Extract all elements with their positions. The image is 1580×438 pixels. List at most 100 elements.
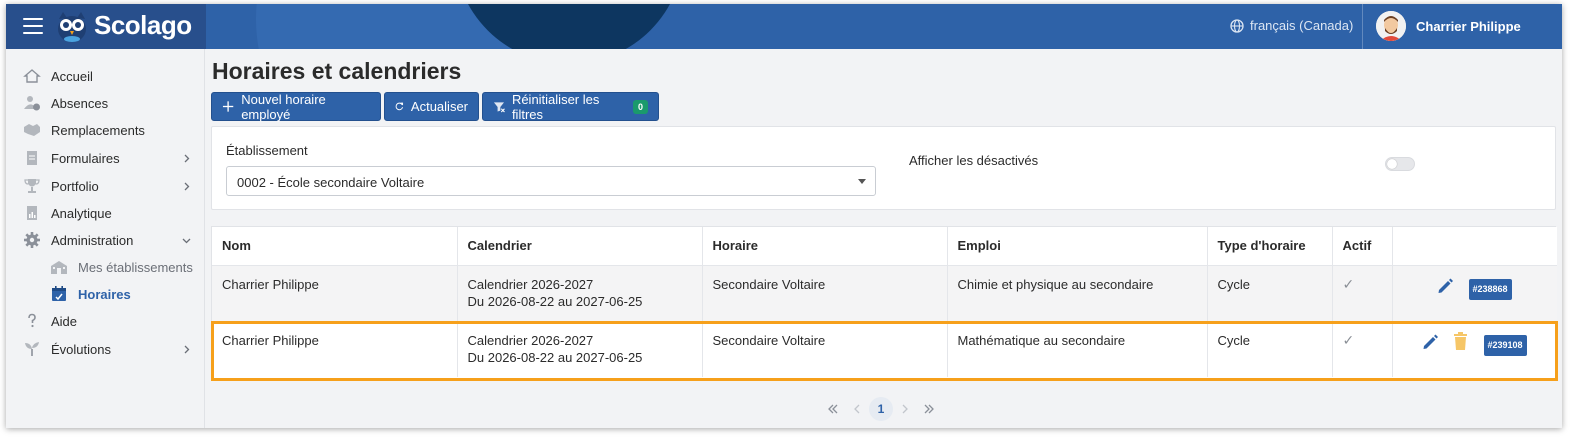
table-row[interactable]: Charrier Philippe Calendrier 2026-2027 D…	[212, 265, 1557, 322]
table-header-row: Nom Calendrier Horaire Emploi Type d'hor…	[212, 227, 1557, 266]
check-icon: ✓	[1342, 331, 1355, 348]
next-page-button[interactable]	[893, 397, 917, 421]
sidebar-item-aide[interactable]: Aide	[6, 309, 205, 333]
cell-actions: #239108	[1392, 321, 1557, 377]
sidebar-item-label: Formulaires	[51, 150, 120, 166]
chevron-right-icon	[902, 404, 908, 414]
establishment-select[interactable]: 0002 - École secondaire Voltaire	[226, 166, 876, 196]
column-header-actif[interactable]: Actif	[1332, 227, 1393, 266]
cell-type: Cycle	[1207, 321, 1333, 377]
sidebar-item-label: Aide	[51, 313, 78, 329]
chevron-right-icon	[184, 154, 190, 162]
cell-horaire: Secondaire Voltaire	[702, 321, 948, 377]
sidebar-item-mes-etablissements[interactable]: Mes établissements	[6, 255, 205, 279]
page-number-button[interactable]: 1	[869, 397, 893, 421]
plus-icon	[222, 101, 234, 112]
sidebar-item-label: Analytique	[51, 205, 112, 221]
menu-toggle-icon[interactable]	[23, 18, 43, 34]
top-bar: Scolago français (Canada) Charrier Phili…	[6, 4, 1562, 49]
cell-horaire: Secondaire Voltaire	[702, 265, 948, 322]
check-icon: ✓	[1342, 275, 1355, 292]
sidebar-item-evolutions[interactable]: Évolutions	[6, 337, 205, 361]
sidebar-item-accueil[interactable]: Accueil	[6, 64, 205, 88]
chart-file-icon	[27, 206, 37, 220]
gear-icon	[24, 232, 40, 248]
cell-actions: #238868	[1392, 265, 1557, 322]
handshake-icon	[24, 124, 40, 136]
sidebar-item-analytique[interactable]: Analytique	[6, 201, 205, 225]
show-disabled-label: Afficher les désactivés	[909, 153, 1039, 168]
new-schedule-button[interactable]: Nouvel horaire employé	[211, 92, 381, 122]
double-chevron-right-icon	[924, 404, 934, 414]
user-menu[interactable]: Charrier Philippe	[1376, 11, 1521, 41]
topbar-divider	[1362, 4, 1363, 49]
sidebar-item-horaires[interactable]: Horaires	[6, 282, 205, 306]
sidebar-item-formulaires[interactable]: Formulaires	[6, 146, 205, 170]
sidebar-item-label: Horaires	[78, 286, 131, 302]
sidebar-item-label: Absences	[51, 95, 109, 111]
table-row[interactable]: Charrier Philippe Calendrier 2026-2027 D…	[212, 321, 1557, 377]
school-icon	[51, 261, 67, 274]
reset-filters-button[interactable]: Réinitialiser les filtres 0	[482, 91, 659, 122]
sidebar-item-label: Remplacements	[51, 122, 145, 138]
pencil-icon[interactable]	[1421, 333, 1439, 351]
seedling-icon	[25, 342, 39, 356]
sidebar: Accueil Absences Remplacements Formulair…	[6, 49, 205, 428]
cell-actif: ✓	[1332, 321, 1393, 377]
cell-calendrier: Calendrier 2026-2027 Du 2026-08-22 au 20…	[457, 265, 703, 322]
refresh-icon	[395, 102, 404, 111]
last-page-button[interactable]	[917, 397, 941, 421]
chevron-right-icon	[184, 345, 190, 353]
owl-logo-icon	[58, 12, 86, 42]
user-avatar-icon	[1376, 11, 1406, 41]
calendar-icon	[52, 286, 66, 301]
brand-zone: Scolago	[6, 4, 206, 49]
cell-nom: Charrier Philippe	[212, 265, 458, 322]
cell-actif: ✓	[1332, 265, 1393, 322]
brand-name: Scolago	[94, 10, 192, 40]
filter-reset-icon	[493, 102, 505, 113]
sidebar-item-portfolio[interactable]: Portfolio	[6, 174, 205, 198]
language-selector[interactable]: français (Canada)	[1230, 18, 1353, 33]
column-header-emploi[interactable]: Emploi	[947, 227, 1208, 266]
column-header-type[interactable]: Type d'horaire	[1207, 227, 1333, 266]
app-window: Scolago français (Canada) Charrier Phili…	[6, 4, 1562, 428]
record-id-badge[interactable]: #239108	[1483, 334, 1527, 356]
refresh-label: Actualiser	[410, 99, 468, 114]
trash-icon[interactable]	[1453, 331, 1468, 351]
pencil-icon[interactable]	[1436, 277, 1454, 295]
toggle-knob	[1387, 159, 1397, 169]
question-icon	[28, 313, 36, 328]
filter-panel: Établissement 0002 - École secondaire Vo…	[211, 126, 1556, 210]
column-header-actions	[1392, 227, 1557, 266]
cell-type: Cycle	[1207, 265, 1333, 322]
double-chevron-left-icon	[828, 404, 838, 414]
sidebar-item-administration[interactable]: Administration	[6, 228, 205, 252]
show-disabled-toggle[interactable]	[1385, 157, 1415, 171]
filter-count-badge: 0	[632, 99, 648, 114]
column-header-nom[interactable]: Nom	[212, 227, 458, 266]
cell-emploi: Mathématique au secondaire	[947, 321, 1208, 377]
first-page-button[interactable]	[821, 397, 845, 421]
user-name: Charrier Philippe	[1416, 18, 1521, 34]
globe-icon	[1230, 18, 1244, 33]
sidebar-item-remplacements[interactable]: Remplacements	[6, 118, 205, 142]
sidebar-item-label: Évolutions	[51, 341, 111, 357]
sidebar-item-absences[interactable]: Absences	[6, 91, 205, 115]
establishment-label: Établissement	[226, 143, 308, 158]
main-content: Horaires et calendriers Nouvel horaire e…	[206, 49, 1562, 428]
column-header-horaire[interactable]: Horaire	[702, 227, 948, 266]
record-id-badge[interactable]: #238868	[1468, 278, 1512, 300]
calendar-name: Calendrier 2026-2027	[467, 276, 594, 292]
refresh-button[interactable]: Actualiser	[384, 92, 479, 121]
column-header-calendrier[interactable]: Calendrier	[457, 227, 703, 266]
calendar-period: Du 2026-08-22 au 2027-06-25	[467, 293, 643, 309]
sidebar-item-label: Administration	[51, 232, 134, 248]
reset-filters-label: Réinitialiser les filtres	[511, 91, 600, 122]
establishment-value: 0002 - École secondaire Voltaire	[237, 175, 425, 190]
caret-down-icon	[858, 179, 866, 184]
document-icon	[27, 151, 37, 165]
sidebar-item-label: Portfolio	[51, 178, 99, 194]
previous-page-button[interactable]	[845, 397, 869, 421]
calendar-period: Du 2026-08-22 au 2027-06-25	[467, 349, 643, 365]
